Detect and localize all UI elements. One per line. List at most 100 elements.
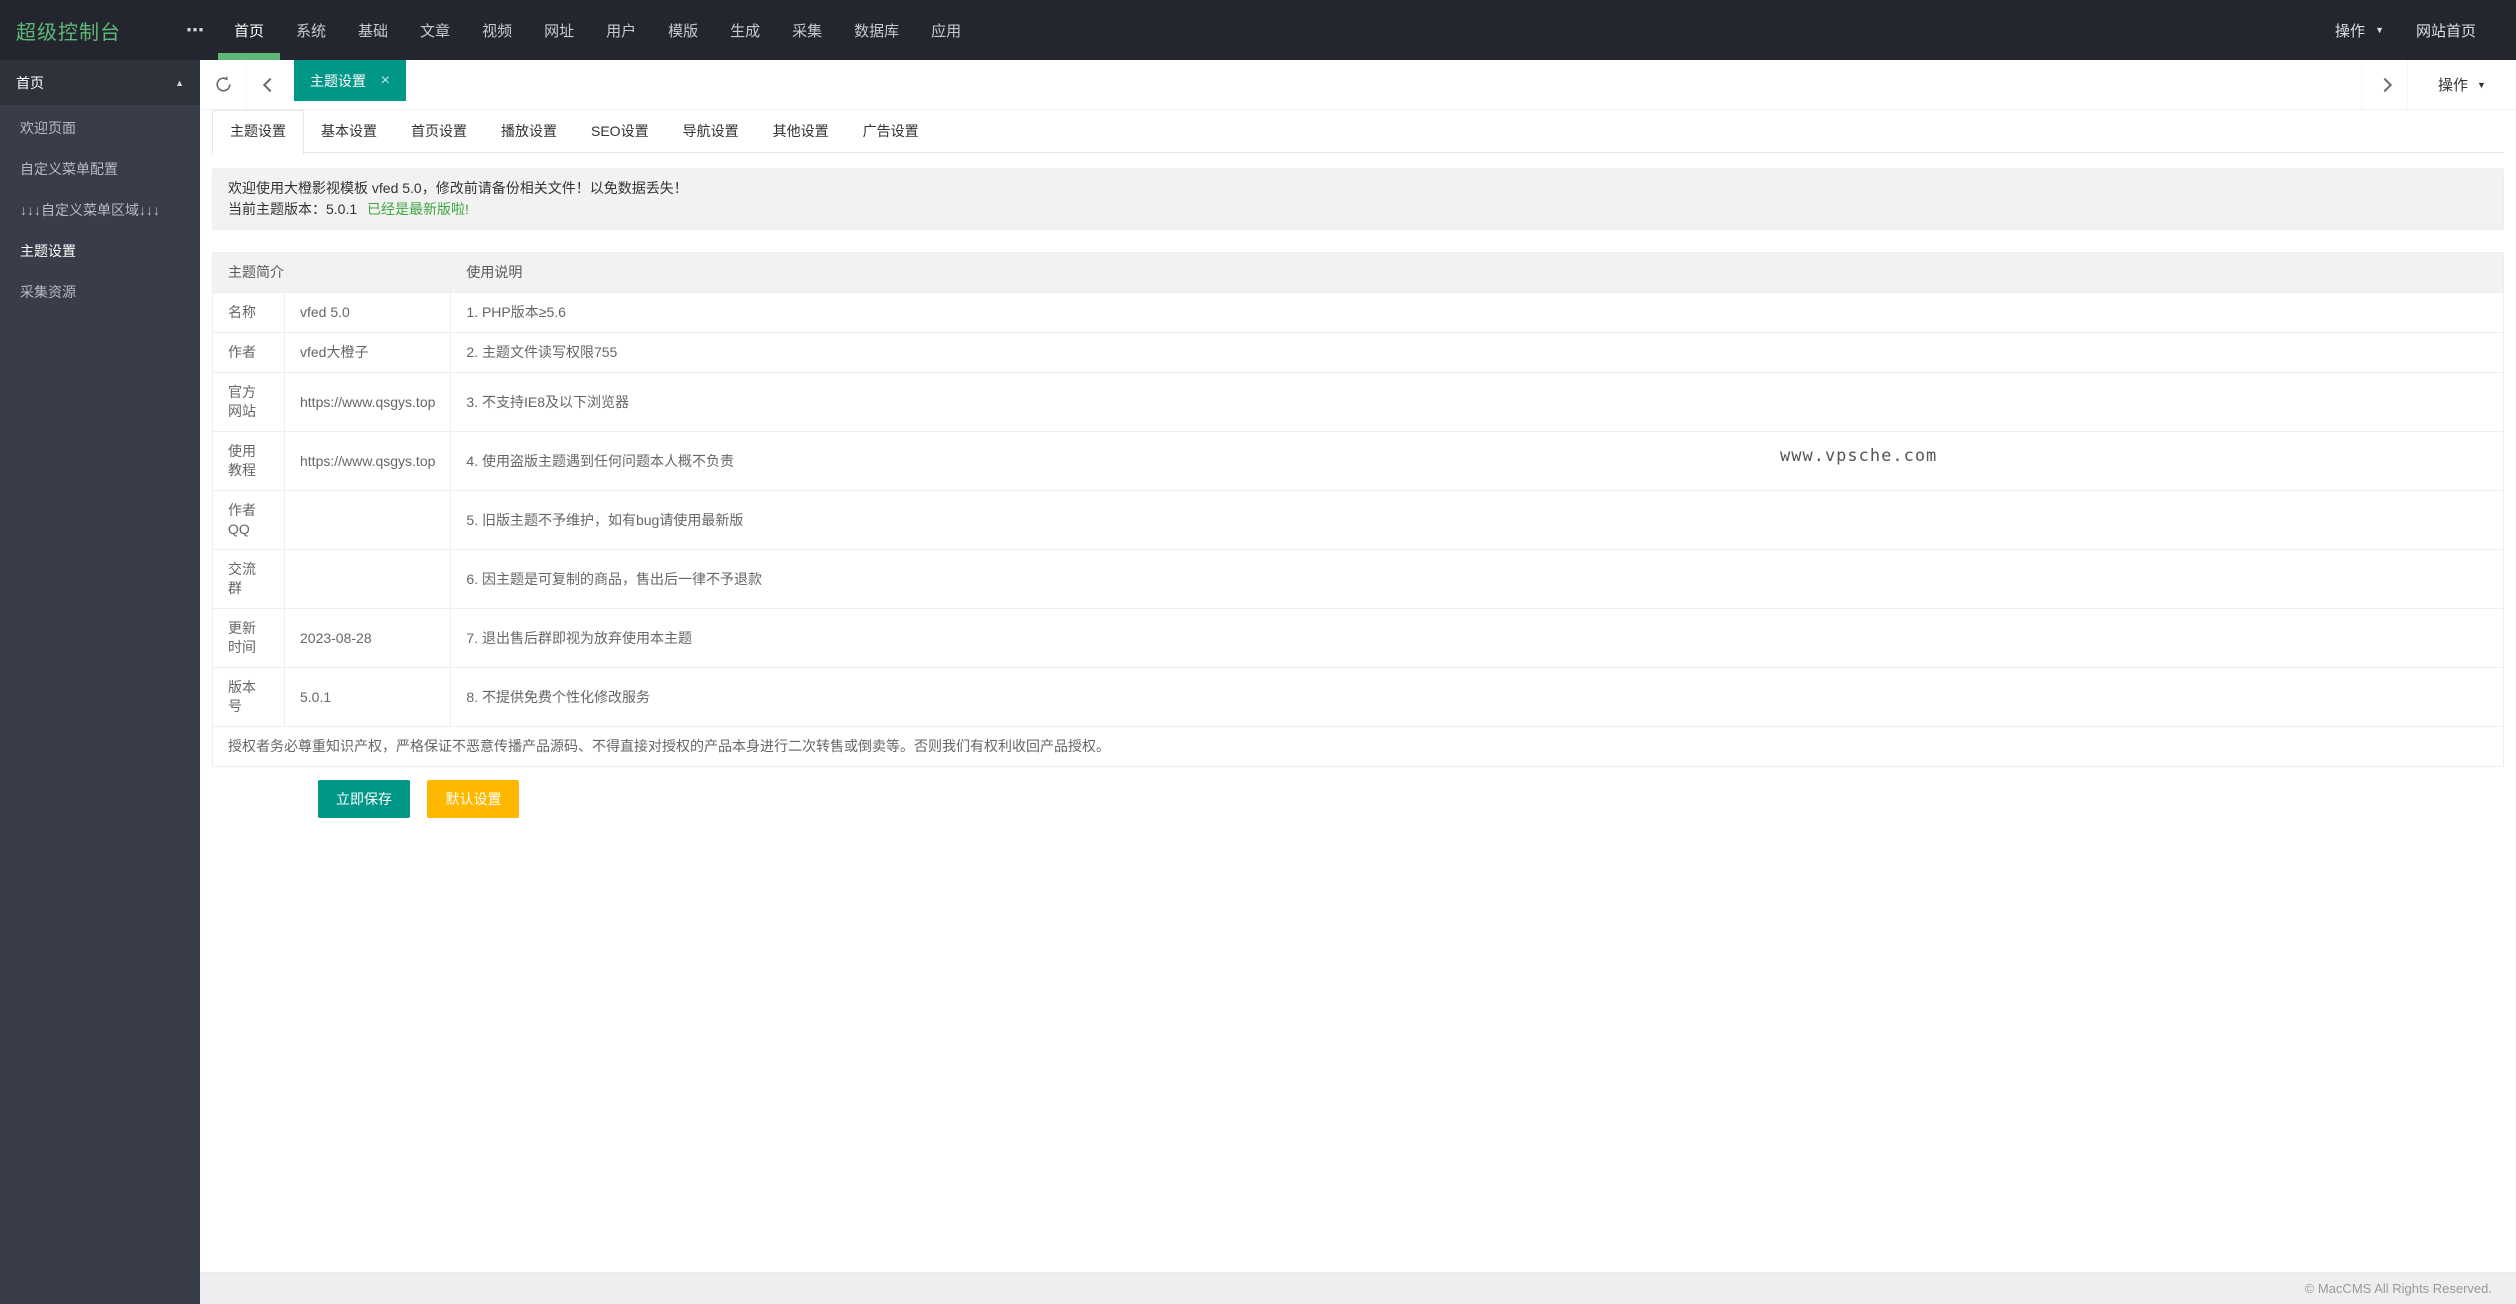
top-menu-item[interactable]: 文章 (404, 0, 466, 60)
chevron-left-icon (262, 77, 278, 92)
row-label: 官方网站 (212, 372, 285, 432)
chevron-right-icon (2377, 77, 2392, 92)
notice-line1: 欢迎使用大橙影视模板 vfed 5.0，修改前请备份相关文件！以免数据丢失！ (228, 180, 688, 196)
site-home-link[interactable]: 网站首页 (2404, 20, 2488, 41)
notice-line2: 当前主题版本：5.0.1 已经是最新版啦! (228, 199, 2488, 220)
top-menu-item[interactable]: 系统 (280, 0, 342, 60)
row-note: 7. 退出售后群即视为放弃使用本主题 (450, 608, 2504, 668)
settings-subtab[interactable]: 导航设置 (666, 110, 756, 153)
page-content: 主题设置 基本设置 首页设置 播放设置 SEO设置 导航设置 其他设置 广告设置 欢迎使用大橙… (200, 110, 2516, 818)
watermark-text: www.vpsche.com (1780, 446, 1938, 466)
table-row: 使用教程 https://www.qsgys.top 4. 使用盗版主题遇到任何… (212, 431, 2504, 491)
row-value (283, 490, 452, 550)
refresh-button[interactable] (200, 60, 247, 109)
table-row: 名称 vfed 5.0 1. PHP版本≥5.6 (212, 292, 2504, 333)
settings-subtab[interactable]: 其他设置 (756, 110, 846, 153)
top-menu-item[interactable]: 网址 (528, 0, 590, 60)
row-value: https://www.qsgys.top (283, 431, 452, 491)
default-settings-button[interactable]: 默认设置 (427, 780, 520, 818)
top-menu-item[interactable]: 基础 (342, 0, 404, 60)
table-header-row: 主题简介 使用说明 (211, 252, 2504, 293)
more-menu-icon[interactable]: ⋯ (172, 0, 218, 60)
topbar-action-dropdown[interactable]: 操作 ▼ (2315, 20, 2404, 41)
theme-info-table: 主题简介 使用说明 名称 vfed 5.0 1. PHP版本≥5.6 作者 vf… (211, 252, 2504, 767)
row-label: 使用教程 (212, 431, 285, 491)
top-menu-item[interactable]: 数据库 (838, 0, 915, 60)
table-row: 作者QQ 5. 旧版主题不予维护，如有bug请使用最新版 (212, 490, 2504, 550)
notice-box: 欢迎使用大橙影视模板 vfed 5.0，修改前请备份相关文件！以免数据丢失！ 当… (212, 168, 2504, 230)
row-note: 2. 主题文件读写权限755 (450, 332, 2504, 373)
window-tabbar: 主题设置 × 操作 ▼ (200, 60, 2516, 110)
chevron-up-icon: ▲ (175, 77, 184, 88)
row-value: 2023-08-28 (283, 608, 452, 668)
app-logo: 超级控制台 (16, 21, 121, 44)
sidebar-item[interactable]: ↓↓↓自定义菜单区域↓↓↓ (0, 190, 200, 231)
top-menu-item[interactable]: 视频 (466, 0, 528, 60)
row-label: 交流群 (212, 549, 285, 609)
notice-version: 当前主题版本：5.0.1 (228, 201, 358, 217)
table-row: 版本号 5.0.1 8. 不提供免费个性化修改服务 (212, 667, 2504, 727)
row-label: 版本号 (212, 667, 285, 727)
row-value (283, 549, 452, 609)
sidebar-item[interactable]: 欢迎页面 (0, 108, 200, 149)
close-icon[interactable]: × (381, 72, 390, 90)
row-note: 6. 因主题是可复制的商品，售出后一律不予退款 (450, 549, 2504, 609)
table-row: 更新时间 2023-08-28 7. 退出售后群即视为放弃使用本主题 (212, 608, 2504, 668)
topbar-right: 操作 ▼ 网站首页 (2315, 0, 2516, 60)
row-note: 5. 旧版主题不予维护，如有bug请使用最新版 (450, 490, 2504, 550)
table-footnote-row: 授权者务必尊重知识产权，严格保证不恶意传播产品源码、不得直接对授权的产品本身进行… (212, 726, 2504, 767)
row-value: 5.0.1 (283, 667, 452, 727)
row-note: 4. 使用盗版主题遇到任何问题本人概不负责 (450, 431, 2504, 491)
license-note: 授权者务必尊重知识产权，严格保证不恶意传播产品源码、不得直接对授权的产品本身进行… (212, 726, 2504, 767)
open-tab-theme-settings[interactable]: 主题设置 × (294, 60, 406, 101)
caret-down-icon: ▼ (2477, 79, 2486, 90)
refresh-icon (215, 76, 231, 92)
tabbar-right: 操作 ▼ (2361, 60, 2516, 109)
row-value: vfed大橙子 (283, 332, 452, 373)
row-value: vfed 5.0 (283, 292, 452, 333)
row-note: 3. 不支持IE8及以下浏览器 (450, 372, 2504, 432)
top-menu-item[interactable]: 采集 (776, 0, 838, 60)
settings-subtab[interactable]: 播放设置 (484, 110, 574, 153)
row-value: https://www.qsgys.top (283, 372, 452, 432)
sidebar-item[interactable]: 主题设置 (0, 231, 200, 272)
settings-subtabs: 主题设置 基本设置 首页设置 播放设置 SEO设置 导航设置 其他设置 广告设置 (212, 110, 2504, 154)
topbar-action-label: 操作 (2335, 22, 2366, 40)
save-button[interactable]: 立即保存 (318, 780, 410, 818)
settings-subtab[interactable]: 首页设置 (394, 110, 484, 153)
top-menu-item[interactable]: 生成 (714, 0, 776, 60)
row-label: 作者QQ (212, 490, 285, 550)
top-menu-item[interactable]: 应用 (915, 0, 977, 60)
sidebar-items: 欢迎页面 自定义菜单配置 ↓↓↓自定义菜单区域↓↓↓ 主题设置 采集资源 (0, 105, 200, 313)
table-row: 交流群 6. 因主题是可复制的商品，售出后一律不予退款 (212, 549, 2504, 609)
sidebar-item[interactable]: 采集资源 (0, 272, 200, 313)
top-menu-item[interactable]: 模版 (652, 0, 714, 60)
settings-subtab[interactable]: 广告设置 (846, 110, 936, 153)
top-menu-item[interactable]: 首页 (218, 0, 281, 60)
row-label: 名称 (212, 292, 285, 333)
row-note: 8. 不提供免费个性化修改服务 (450, 667, 2504, 727)
tab-scroll-right-button[interactable] (2361, 60, 2408, 109)
row-label: 作者 (212, 332, 285, 373)
table-row: 作者 vfed大橙子 2. 主题文件读写权限755 (212, 332, 2504, 373)
main-area: 主题设置 × 操作 ▼ 主题设置 基本设置 首页设置 播放设置 SEO设置 导航设置 其他设… (200, 60, 2516, 1304)
sidebar: 首页 ▲ 欢迎页面 自定义菜单配置 ↓↓↓自定义菜单区域↓↓↓ 主题设置 采集资源 (0, 60, 200, 1304)
settings-subtab[interactable]: SEO设置 (574, 110, 666, 153)
top-menu: 首页 系统 基础 文章 视频 网址 用户 模版 生成 采集 数据库 应用 (218, 0, 977, 60)
settings-subtab[interactable]: 基本设置 (304, 110, 394, 153)
page-footer: © MacCMS All Rights Reserved. (200, 1272, 2516, 1304)
settings-subtab[interactable]: 主题设置 (212, 110, 304, 154)
tab-action-dropdown[interactable]: 操作 ▼ (2408, 60, 2516, 109)
top-menu-item[interactable]: 用户 (590, 0, 652, 60)
tab-action-label: 操作 (2438, 77, 2469, 94)
table-row: 官方网站 https://www.qsgys.top 3. 不支持IE8及以下浏… (212, 372, 2504, 432)
caret-down-icon: ▼ (2375, 25, 2384, 35)
sidebar-group-home[interactable]: 首页 ▲ (0, 60, 200, 105)
sidebar-item[interactable]: 自定义菜单配置 (0, 149, 200, 190)
form-actions: 立即保存 默认设置 (212, 780, 2504, 818)
sidebar-group-label: 首页 (16, 74, 44, 91)
row-label: 更新时间 (212, 608, 285, 668)
notice-latest-badge: 已经是最新版啦! (367, 201, 469, 217)
tab-scroll-left-button[interactable] (247, 60, 294, 109)
copyright-text: © MacCMS All Rights Reserved. (2304, 1281, 2492, 1296)
